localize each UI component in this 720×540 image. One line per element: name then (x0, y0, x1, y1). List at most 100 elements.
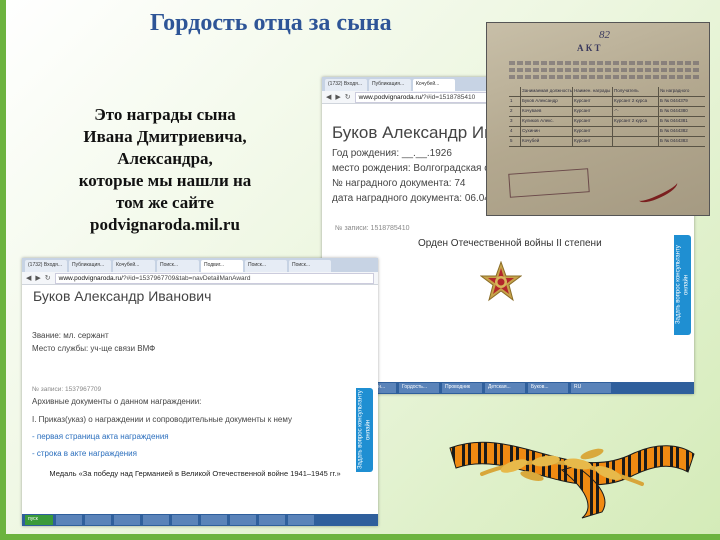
browser-screenshot-medal: (1732) Входя... Публикация... Кочубей...… (22, 258, 378, 526)
doc-cell: Б № 0444379 (660, 98, 688, 103)
archive-document-photo: 82 А К Т Занимаемая должность Наимен. на… (486, 22, 710, 216)
doc-cell: Б № 0444380 (660, 108, 688, 113)
doc-cell: Курсант (573, 137, 613, 146)
doc-cell: Курсант (573, 127, 613, 136)
taskbar-item[interactable] (259, 515, 285, 525)
doc-cell: 5 (509, 137, 521, 146)
browser-tab[interactable]: Публикация... (369, 79, 411, 91)
browser-tab[interactable]: Подвиг... (201, 260, 243, 272)
url-domain: www.podvignaroda.ru/ (358, 93, 423, 101)
taskbar-item[interactable]: Гордость... (399, 383, 439, 393)
doc-cell (613, 137, 659, 146)
doc-cell: Курсант (573, 117, 613, 126)
text-line (509, 61, 699, 65)
taskbar-item[interactable] (143, 515, 169, 525)
record-number: № записи: 1518785410 (335, 225, 410, 232)
doc-cell: Курсант (573, 97, 613, 106)
caption-line: том же сайте (116, 193, 214, 212)
ask-consultant-tab[interactable]: Задать вопрос консультанту онлайн (356, 388, 373, 472)
birth-year: Год рождения: __.__.1926 (332, 148, 452, 159)
doc-cell (613, 127, 659, 136)
doc-cell: Кочуваев (521, 107, 573, 116)
url-path: ?#id=1518785410 (422, 93, 476, 101)
taskbar-item[interactable] (201, 515, 227, 525)
start-button[interactable]: пуск (25, 515, 53, 525)
forward-icon[interactable]: ▶ (35, 274, 40, 282)
slide-title: Гордость отца за сына (150, 10, 392, 36)
browser-tab[interactable]: Публикация... (69, 260, 111, 272)
award-row-link[interactable]: - строка в акте награждения (32, 449, 137, 458)
document-row: 5 Кочубей Курсант Б № 0444383 (509, 137, 705, 147)
record-number: № записи: 1537967709 (32, 386, 102, 393)
browser-tab[interactable]: (1732) Входя... (325, 79, 367, 91)
first-page-link[interactable]: - первая страница акта награждения (32, 432, 169, 441)
browser-tab[interactable]: Поиск... (157, 260, 199, 272)
doc-cell: Куликов Алекс. (521, 117, 573, 126)
service-place: Место службы: уч-ще связи ВМФ (32, 344, 156, 353)
taskbar-item[interactable]: Буков... (528, 383, 568, 393)
url-domain: www.podvignaroda.ru/ (58, 274, 123, 282)
doc-cell: Курсант 2 курса (613, 97, 659, 106)
browser-tab[interactable]: Кочубей... (113, 260, 155, 272)
taskbar-item[interactable] (172, 515, 198, 525)
taskbar-item[interactable] (56, 515, 82, 525)
order-star-icon (480, 261, 522, 302)
taskbar-item[interactable]: RU (571, 383, 611, 393)
url-field[interactable]: www.podvignaroda.ru/?#id=1537967709&tab=… (54, 272, 374, 284)
forward-icon[interactable]: ▶ (335, 93, 340, 101)
browser-tab[interactable]: Кочубей... (413, 79, 455, 91)
taskbar-item[interactable]: Детская... (485, 383, 525, 393)
ask-consultant-tab[interactable]: Задать вопрос консультанту онлайн (674, 235, 691, 335)
doc-cell: Занимаемая должность (521, 87, 573, 96)
reload-icon[interactable]: ↻ (345, 93, 351, 101)
slide-caption: Это награды сына Ивана Дмитриевича, Алек… (50, 104, 280, 236)
browser-tab[interactable]: Поиск... (245, 260, 287, 272)
taskbar-item[interactable] (114, 515, 140, 525)
url-path: ?#id=1537967709&tab=navDetailManAward (122, 274, 251, 282)
taskbar-item[interactable] (85, 515, 111, 525)
caption-line: Александра, (117, 149, 213, 168)
doc-cell: Наимен. награды (573, 87, 613, 96)
document-signature (636, 176, 680, 207)
doc-cell: Получатель (613, 87, 659, 96)
caption-line: podvignaroda.mil.ru (90, 215, 240, 234)
reload-icon[interactable]: ↻ (45, 274, 51, 282)
document-number: 82 (599, 29, 610, 41)
st-george-ribbon-icon (449, 441, 695, 519)
document-table: Занимаемая должность Наимен. награды Пол… (509, 87, 705, 147)
doc-cell: Б № 0444381 (660, 118, 688, 123)
text-line (509, 68, 699, 72)
doc-cell: 2 (509, 107, 521, 116)
archive-header: Архивные документы о данном награждении: (32, 397, 202, 406)
caption-line: которые мы нашли на (78, 171, 252, 190)
taskbar-item[interactable] (288, 515, 314, 525)
doc-cell: Б № 0444382 (660, 128, 688, 133)
document-header: А К Т (577, 43, 601, 53)
doc-cell: Кочубей (521, 137, 573, 146)
document-row: 4 Сухинин Курсант Б № 0444382 (509, 127, 705, 137)
doc-cell (509, 87, 521, 96)
doc-cell: № наградного (660, 88, 690, 93)
doc-cell: Сухинин (521, 127, 573, 136)
browser-tab[interactable]: (1732) Входя... (25, 260, 67, 272)
document-stamp (508, 168, 590, 198)
rank: Звание: мл. сержант (32, 331, 109, 340)
taskbar-item[interactable] (230, 515, 256, 525)
medal-name: Медаль «За победу над Германией в Велико… (49, 469, 341, 478)
award-doc-number: № наградного документа: 74 (332, 178, 466, 189)
caption-line: Это награды сына (94, 105, 236, 124)
document-row: 3 Куликов Алекс. Курсант Курсант 2 курса… (509, 117, 705, 127)
doc-cell: 4 (509, 127, 521, 136)
doc-cell: 3 (509, 117, 521, 126)
taskbar: пуск (22, 514, 378, 526)
browser-tab[interactable]: Поиск... (289, 260, 331, 272)
doc-cell: Буков Александр (521, 97, 573, 106)
doc-cell: Курсант (573, 107, 613, 116)
doc-cell: -"- (613, 107, 659, 116)
award-name: Орден Отечественной войны II степени (418, 238, 602, 249)
doc-cell: Б № 0444383 (660, 138, 688, 143)
person-name: Буков Александр Иванович (33, 288, 212, 304)
taskbar-item[interactable]: Проводник (442, 383, 482, 393)
back-icon[interactable]: ◀ (26, 274, 31, 282)
back-icon[interactable]: ◀ (326, 93, 331, 101)
